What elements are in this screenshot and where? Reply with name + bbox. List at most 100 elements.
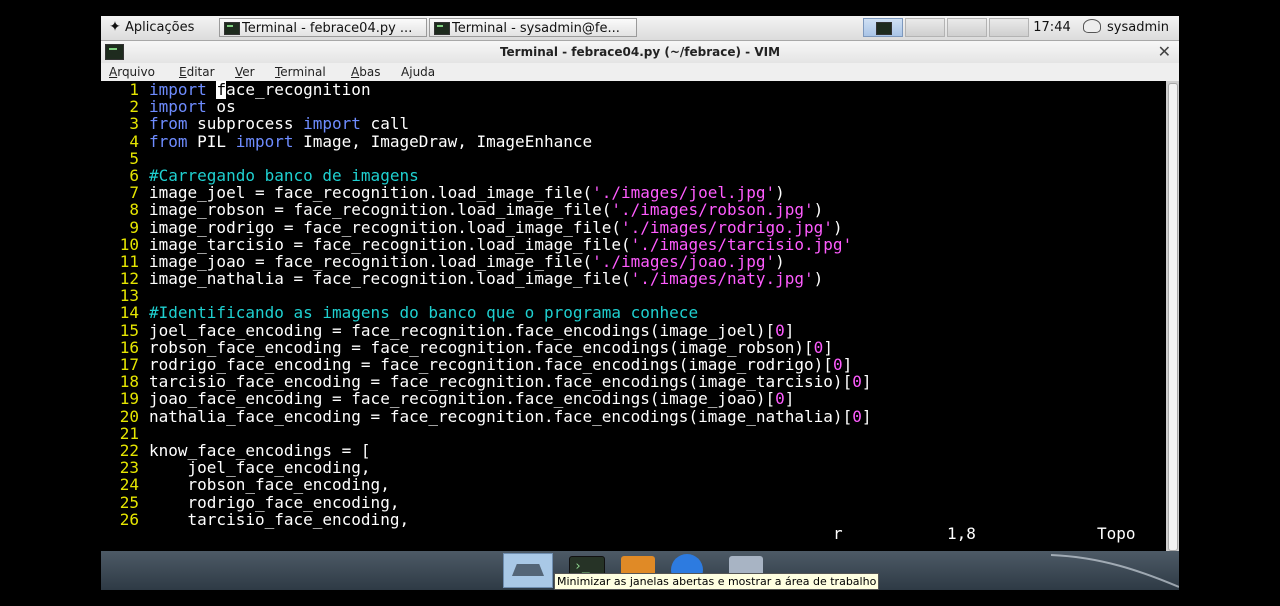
menu-terminal[interactable]: Terminal bbox=[275, 63, 326, 81]
code-line[interactable]: 1 import face_recognition bbox=[101, 81, 871, 99]
workspace-2[interactable] bbox=[905, 18, 945, 37]
menu-label-suffix: uda bbox=[412, 65, 436, 79]
code-token: ) bbox=[813, 200, 824, 220]
dock-decoration bbox=[1051, 554, 1179, 588]
code-line[interactable]: 11 image_joao = face_recognition.load_ima… bbox=[101, 253, 871, 270]
line-number: 21 bbox=[119, 423, 139, 443]
code-line[interactable]: 5 bbox=[101, 150, 871, 167]
line-number: 20 bbox=[119, 406, 139, 426]
show-desktop-tooltip: Minimizar as janelas abertas e mostrar a… bbox=[554, 573, 880, 590]
close-icon[interactable]: ✕ bbox=[1158, 41, 1171, 63]
code-token: './images/joao.jpg' bbox=[592, 251, 776, 271]
menu-mnemonic: A bbox=[351, 65, 360, 79]
terminal-icon bbox=[224, 22, 240, 35]
user-menu[interactable]: sysadmin bbox=[1079, 17, 1179, 39]
workspace-3[interactable] bbox=[947, 18, 987, 37]
code-token: image_tarcisio = face_recognition.load_i… bbox=[149, 234, 631, 254]
code-token: rodrigo_face_encoding = face_recognition… bbox=[149, 355, 833, 374]
taskbar-item-terminal-sysadmin[interactable]: Terminal - sysadmin@fe... bbox=[429, 18, 637, 37]
code-line[interactable]: 19 joao_face_encoding = face_recognition.… bbox=[101, 390, 871, 407]
code-line[interactable]: 4 from PIL import Image, ImageDraw, Image… bbox=[101, 131, 871, 151]
panel-clock[interactable]: 17:44 bbox=[1027, 18, 1077, 37]
code-token: ] bbox=[784, 320, 795, 340]
code-line[interactable]: 18 tarcisio_face_encoding = face_recognit… bbox=[101, 372, 872, 392]
code-line[interactable]: 20 nathalia_face_encoding = face_recognit… bbox=[101, 406, 872, 426]
code-line[interactable]: 21 bbox=[101, 425, 871, 442]
terminal-icon bbox=[876, 22, 892, 35]
scrollbar-thumb[interactable] bbox=[1168, 83, 1178, 551]
line-number: 15 bbox=[119, 320, 139, 340]
code-token: subprocess bbox=[187, 114, 304, 134]
code-token: import bbox=[303, 114, 361, 134]
code-token: './images/joel.jpg' bbox=[592, 183, 776, 203]
menu-bar: Arquivo Editar Ver Terminal Abas Ajuda bbox=[101, 63, 1179, 81]
menu-label-suffix: bas bbox=[359, 65, 381, 79]
workspace-1[interactable] bbox=[863, 18, 903, 37]
line-number: 25 bbox=[119, 492, 139, 512]
code-token: 0 bbox=[852, 406, 862, 426]
code-token: image_rodrigo = face_recognition.load_im… bbox=[149, 217, 622, 237]
line-number: 17 bbox=[119, 355, 139, 374]
workspace-4[interactable] bbox=[989, 18, 1029, 37]
code-line[interactable]: 14 #Identificando as imagens do banco que… bbox=[101, 304, 871, 321]
code-token: import bbox=[235, 131, 294, 151]
line-number: 16 bbox=[119, 337, 139, 357]
code-line[interactable]: 2 import os bbox=[101, 98, 871, 115]
code-line[interactable]: 8 image_robson = face_recognition.load_im… bbox=[101, 201, 871, 218]
code-token: 0 bbox=[832, 355, 843, 374]
top-panel: ✦ Aplicações Terminal - febrace04.py ... … bbox=[101, 16, 1179, 41]
menu-arquivo[interactable]: Arquivo bbox=[109, 63, 155, 81]
terminal-icon[interactable] bbox=[105, 44, 124, 60]
line-number: 18 bbox=[119, 372, 139, 392]
code-line[interactable]: 22 know_face_encodings = [ bbox=[101, 442, 871, 459]
code-token: nathalia_face_encoding = face_recognitio… bbox=[149, 406, 853, 426]
code-line[interactable]: 3 from subprocess import call bbox=[101, 115, 871, 132]
terminal-area[interactable]: 1 import face_recognition 2 import os 3 from … bbox=[101, 81, 1166, 551]
code-token: './images/rodrigo.jpg' bbox=[621, 217, 833, 237]
show-desktop-icon bbox=[512, 564, 544, 576]
code-line[interactable]: 9 image_rodrigo = face_recognition.load_i… bbox=[101, 217, 871, 237]
code-line[interactable]: 16 robson_face_encoding = face_recognitio… bbox=[101, 339, 871, 356]
code-token: tarcisio_face_encoding = face_recognitio… bbox=[149, 372, 853, 392]
code-line[interactable]: 15 joel_face_encoding = face_recognition.… bbox=[101, 320, 871, 340]
line-number: 13 bbox=[119, 286, 139, 306]
code-token: joel_face_encoding, bbox=[149, 458, 371, 478]
menu-abas[interactable]: Abas bbox=[351, 63, 380, 81]
menu-label-suffix: ditar bbox=[186, 65, 215, 79]
code-token: Image, ImageDraw, ImageEnhance bbox=[293, 131, 593, 151]
code-token: from bbox=[149, 131, 188, 151]
menu-ver[interactable]: Ver bbox=[235, 63, 255, 81]
code-token: ] bbox=[823, 337, 833, 357]
show-desktop-button[interactable] bbox=[503, 553, 553, 588]
terminal-scrollbar[interactable] bbox=[1166, 81, 1179, 551]
vim-buffer[interactable]: 1 import face_recognition 2 import os 3 from … bbox=[101, 81, 871, 528]
menu-ajuda[interactable]: Ajuda bbox=[401, 63, 435, 81]
code-line[interactable]: 6 #Carregando banco de imagens bbox=[101, 167, 871, 184]
desktop-screen: ✦ Aplicações Terminal - febrace04.py ... … bbox=[101, 16, 1179, 590]
code-token: joao_face_encoding = face_recognition.fa… bbox=[149, 389, 776, 409]
code-token: 0 bbox=[775, 389, 785, 409]
code-token: ] bbox=[861, 406, 872, 426]
menu-label-suffix: er bbox=[242, 65, 255, 79]
window-title: Terminal - febrace04.py (~/febrace) - VI… bbox=[499, 45, 781, 59]
code-line[interactable]: 24 robson_face_encoding, bbox=[101, 476, 871, 493]
line-number: 1 bbox=[129, 81, 139, 99]
code-token: ace_recognition bbox=[226, 81, 371, 99]
taskbar-item-terminal-febrace[interactable]: Terminal - febrace04.py ... bbox=[219, 18, 427, 37]
code-token: './images/naty.jpg' bbox=[630, 269, 814, 289]
line-number: 6 bbox=[129, 165, 139, 185]
line-number: 7 bbox=[129, 183, 139, 203]
menu-label-suffix: erminal bbox=[280, 65, 326, 79]
window-titlebar[interactable]: Terminal - febrace04.py (~/febrace) - VI… bbox=[101, 41, 1179, 63]
menu-editar[interactable]: Editar bbox=[179, 63, 215, 81]
code-line[interactable]: 7 image_joel = face_recognition.load_imag… bbox=[101, 184, 871, 201]
code-line[interactable]: 13 bbox=[101, 287, 871, 304]
code-line[interactable]: 10 image_tarcisio = face_recognition.load… bbox=[101, 234, 871, 254]
code-line[interactable]: 23 joel_face_encoding, bbox=[101, 459, 871, 476]
line-number: 11 bbox=[119, 251, 139, 271]
code-line[interactable]: 12 image_nathalia = face_recognition.load… bbox=[101, 270, 871, 287]
code-token: image_joel = face_recognition.load_image… bbox=[149, 183, 593, 203]
code-line[interactable]: 25 rodrigo_face_encoding, bbox=[101, 492, 871, 512]
applications-menu[interactable]: ✦ Aplicações bbox=[105, 18, 215, 37]
code-line[interactable]: 17 rodrigo_face_encoding = face_recogniti… bbox=[101, 356, 871, 373]
